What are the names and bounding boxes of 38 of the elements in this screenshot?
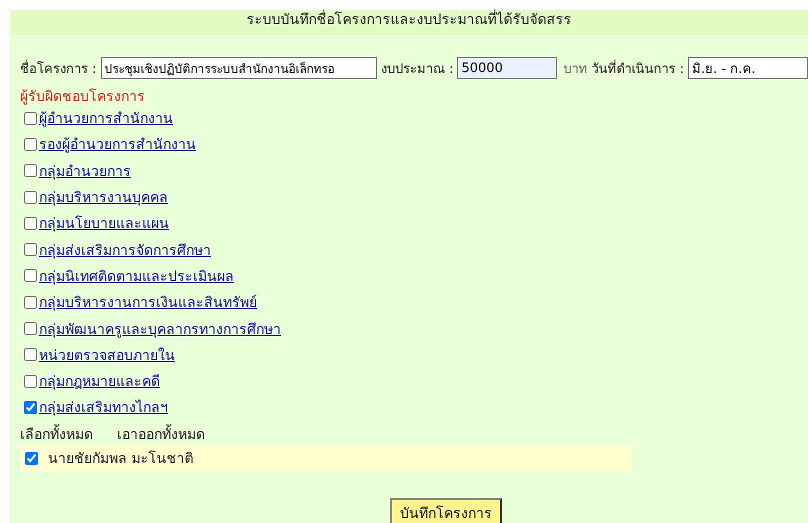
group-link[interactable]: กลุ่มกฎหมายและคดี bbox=[39, 370, 160, 392]
group-link[interactable]: กลุ่มส่งเสริมการจัดการศึกษา bbox=[39, 238, 211, 261]
checkbox[interactable] bbox=[24, 269, 37, 282]
checkbox[interactable] bbox=[24, 112, 37, 125]
checkbox[interactable] bbox=[25, 452, 38, 465]
group-link[interactable]: กลุ่มอำนวยการ bbox=[39, 160, 131, 182]
group-link[interactable]: กลุ่มส่งเสริมทางไกลฯ bbox=[39, 396, 168, 418]
group-link[interactable]: ผู้อำนวยการสำนักงาน bbox=[39, 107, 173, 130]
group-link[interactable]: หน่วยตรวจสอบภายใน bbox=[39, 344, 175, 366]
project-label: ชื่อโครงการ : bbox=[20, 58, 97, 78]
select-all-link[interactable]: เลือกทั้งหมด bbox=[20, 422, 93, 445]
checkbox[interactable] bbox=[24, 374, 37, 388]
checkbox[interactable] bbox=[24, 216, 37, 230]
checkbox[interactable] bbox=[24, 322, 37, 336]
date-field[interactable]: มิ.ย. - ก.ค. bbox=[688, 57, 808, 79]
group-link[interactable]: รองผู้อำนวยการสำนักงาน bbox=[39, 133, 196, 156]
project-name-field[interactable]: ประชุมเชิงปฏิบัติการระบบสำนักงานอิเล็กทรอ bbox=[100, 57, 377, 79]
save-button[interactable]: บันทึกโครงการ bbox=[390, 498, 502, 523]
checkbox[interactable] bbox=[24, 164, 37, 178]
deselect-all-link[interactable]: เอาออกทั้งหมด bbox=[117, 422, 205, 445]
responsible-heading: ผู้รับผิดชอบโครงการ bbox=[19, 88, 146, 105]
group-link[interactable]: กลุ่มนโยบายและแผน bbox=[39, 212, 169, 234]
date-label: วันที่ดำเนินการ : bbox=[591, 58, 684, 78]
person-name: นายชัยกัมพล มะโนชาติ bbox=[48, 450, 194, 470]
checkbox[interactable] bbox=[24, 190, 37, 204]
group-link[interactable]: กลุ่มนิเทศติดตามและประเมินผล bbox=[39, 264, 234, 287]
currency-label: บาท bbox=[563, 60, 588, 78]
checkbox[interactable] bbox=[24, 243, 37, 256]
page-title: ระบบบันทึกชื่อโครงการและงบประมาณที่ได้รับจัดสรร bbox=[10, 10, 808, 35]
checkbox[interactable] bbox=[24, 400, 37, 414]
budget-field[interactable]: 50000 bbox=[457, 57, 558, 79]
budget-label: งบประมาณ : bbox=[380, 60, 454, 78]
group-link[interactable]: กลุ่มพัฒนาครูและบุคลากรทางการศึกษา bbox=[39, 318, 281, 340]
checkbox[interactable] bbox=[24, 138, 37, 151]
group-link[interactable]: กลุ่มบริหารงานการเงินและสินทรัพย์ bbox=[39, 291, 257, 314]
checkbox[interactable] bbox=[24, 296, 37, 309]
checkbox[interactable] bbox=[24, 348, 37, 362]
group-link[interactable]: กลุ่มบริหารงานบุคคล bbox=[39, 186, 168, 208]
